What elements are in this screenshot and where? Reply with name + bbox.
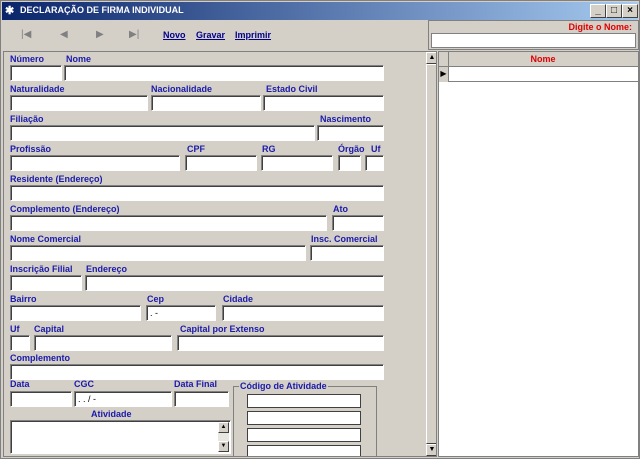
prev-record-icon[interactable]: ◀ bbox=[60, 29, 68, 40]
profissao-field[interactable] bbox=[10, 155, 180, 171]
filiacao-field[interactable] bbox=[10, 125, 315, 141]
main-window: ✱ DECLARAÇÃO DE FIRMA INDIVIDUAL _ □ × |… bbox=[0, 0, 640, 459]
codigo-atividade-item[interactable] bbox=[247, 394, 361, 408]
uf2-label: Uf bbox=[10, 324, 20, 334]
capital-field[interactable] bbox=[34, 335, 172, 351]
cep-label: Cep bbox=[147, 294, 165, 304]
bairro-field[interactable] bbox=[10, 305, 141, 321]
capital-extenso-field[interactable] bbox=[177, 335, 384, 351]
orgao-field[interactable] bbox=[338, 155, 361, 171]
naturalidade-field[interactable] bbox=[10, 95, 148, 111]
numero-label: Número bbox=[10, 54, 45, 64]
window-title: DECLARAÇÃO DE FIRMA INDIVIDUAL bbox=[20, 5, 184, 15]
rg-label: RG bbox=[262, 144, 276, 154]
codigo-atividade-label: Código de Atividade bbox=[239, 381, 328, 391]
table-row[interactable]: ▶ bbox=[439, 67, 638, 82]
cpf-label: CPF bbox=[187, 144, 205, 154]
uf-label: Uf bbox=[371, 144, 381, 154]
uf2-field[interactable] bbox=[10, 335, 30, 351]
nome-field[interactable] bbox=[64, 65, 384, 81]
close-button[interactable]: × bbox=[622, 4, 638, 18]
navigation-toolbar: |◀ ◀ ▶ ▶| Novo Gravar Imprimir bbox=[3, 21, 427, 49]
imprimir-link[interactable]: Imprimir bbox=[235, 30, 271, 40]
cpf-field[interactable] bbox=[185, 155, 257, 171]
endereco-field[interactable] bbox=[85, 275, 384, 291]
inscricao-filial-field[interactable] bbox=[10, 275, 82, 291]
complemento-field[interactable] bbox=[10, 364, 384, 380]
data-final-field[interactable] bbox=[174, 391, 229, 407]
scroll-down-button[interactable]: ▼ bbox=[426, 444, 436, 456]
data-label: Data bbox=[10, 379, 30, 389]
grid-header-indicator bbox=[439, 52, 449, 67]
numero-field[interactable] bbox=[10, 65, 62, 81]
search-input[interactable] bbox=[431, 33, 636, 48]
cgc-label: CGC bbox=[74, 379, 94, 389]
grid-column-nome[interactable]: Nome bbox=[450, 54, 636, 64]
capital-extenso-label: Capital por Extenso bbox=[180, 324, 265, 334]
scroll-up-button[interactable]: ▲ bbox=[426, 52, 436, 64]
atividade-label: Atividade bbox=[91, 409, 132, 419]
nome-label: Nome bbox=[66, 54, 92, 64]
maximize-button[interactable]: □ bbox=[606, 4, 622, 18]
row-indicator-icon: ▶ bbox=[439, 67, 449, 82]
last-record-icon[interactable]: ▶| bbox=[129, 29, 139, 40]
residente-label: Residente (Endereço) bbox=[10, 174, 103, 184]
names-grid[interactable]: Nome ▶ bbox=[438, 51, 639, 457]
next-record-icon[interactable]: ▶ bbox=[96, 29, 104, 40]
scroll-thumb[interactable] bbox=[426, 64, 436, 444]
cep-field[interactable]: . - bbox=[146, 305, 216, 321]
first-record-icon[interactable]: |◀ bbox=[21, 29, 31, 40]
data-final-label: Data Final bbox=[174, 379, 218, 389]
grid-header: Nome bbox=[439, 52, 638, 67]
search-label: Digite o Nome: bbox=[568, 22, 632, 32]
form-scrollbar[interactable]: ▲ ▼ bbox=[426, 52, 436, 456]
atividade-memo[interactable]: ▲ ▼ bbox=[10, 420, 231, 454]
estado-civil-field[interactable] bbox=[263, 95, 384, 111]
nascimento-label: Nascimento bbox=[320, 114, 372, 124]
search-panel: Digite o Nome: bbox=[428, 20, 639, 50]
codigo-atividade-item[interactable] bbox=[247, 428, 361, 442]
endereco-label: Endereço bbox=[86, 264, 128, 274]
app-icon: ✱ bbox=[5, 5, 15, 17]
complemento-endereco-field[interactable] bbox=[10, 215, 327, 231]
filiacao-label: Filiação bbox=[10, 114, 44, 124]
atividade-scroll-down[interactable]: ▼ bbox=[218, 441, 229, 452]
profissao-label: Profissão bbox=[10, 144, 52, 154]
nascimento-field[interactable] bbox=[317, 125, 384, 141]
atividade-scrollbar[interactable]: ▲ ▼ bbox=[218, 422, 229, 452]
nome-comercial-field[interactable] bbox=[10, 245, 306, 261]
rg-field[interactable] bbox=[261, 155, 333, 171]
form-panel: Número Nome Naturalidade Nacionalidade E… bbox=[3, 51, 437, 457]
nome-comercial-label: Nome Comercial bbox=[10, 234, 82, 244]
nacionalidade-label: Nacionalidade bbox=[151, 84, 213, 94]
inscricao-filial-label: Inscrição Filial bbox=[10, 264, 73, 274]
cidade-field[interactable] bbox=[222, 305, 384, 321]
ato-label: Ato bbox=[333, 204, 348, 214]
codigo-atividade-group: Código de Atividade bbox=[233, 381, 377, 456]
minimize-button[interactable]: _ bbox=[590, 4, 606, 18]
naturalidade-label: Naturalidade bbox=[10, 84, 65, 94]
estado-civil-label: Estado Civil bbox=[266, 84, 318, 94]
novo-link[interactable]: Novo bbox=[163, 30, 186, 40]
gravar-link[interactable]: Gravar bbox=[196, 30, 225, 40]
codigo-atividade-item[interactable] bbox=[247, 411, 361, 425]
bairro-label: Bairro bbox=[10, 294, 37, 304]
cidade-label: Cidade bbox=[223, 294, 254, 304]
uf-field[interactable] bbox=[365, 155, 384, 171]
insc-comercial-field[interactable] bbox=[310, 245, 384, 261]
complemento-label: Complemento bbox=[10, 353, 71, 363]
residente-field[interactable] bbox=[10, 185, 384, 201]
insc-comercial-label: Insc. Comercial bbox=[311, 234, 378, 244]
orgao-label: Órgão bbox=[338, 144, 365, 154]
codigo-atividade-item[interactable] bbox=[247, 445, 361, 456]
complemento-endereco-label: Complemento (Endereço) bbox=[10, 204, 120, 214]
cgc-field[interactable]: . . / - bbox=[74, 391, 172, 407]
ato-field[interactable] bbox=[332, 215, 384, 231]
title-bar: ✱ DECLARAÇÃO DE FIRMA INDIVIDUAL _ □ × bbox=[2, 2, 638, 20]
nacionalidade-field[interactable] bbox=[151, 95, 261, 111]
atividade-scroll-up[interactable]: ▲ bbox=[218, 422, 229, 433]
capital-label: Capital bbox=[34, 324, 65, 334]
data-field[interactable] bbox=[10, 391, 72, 407]
